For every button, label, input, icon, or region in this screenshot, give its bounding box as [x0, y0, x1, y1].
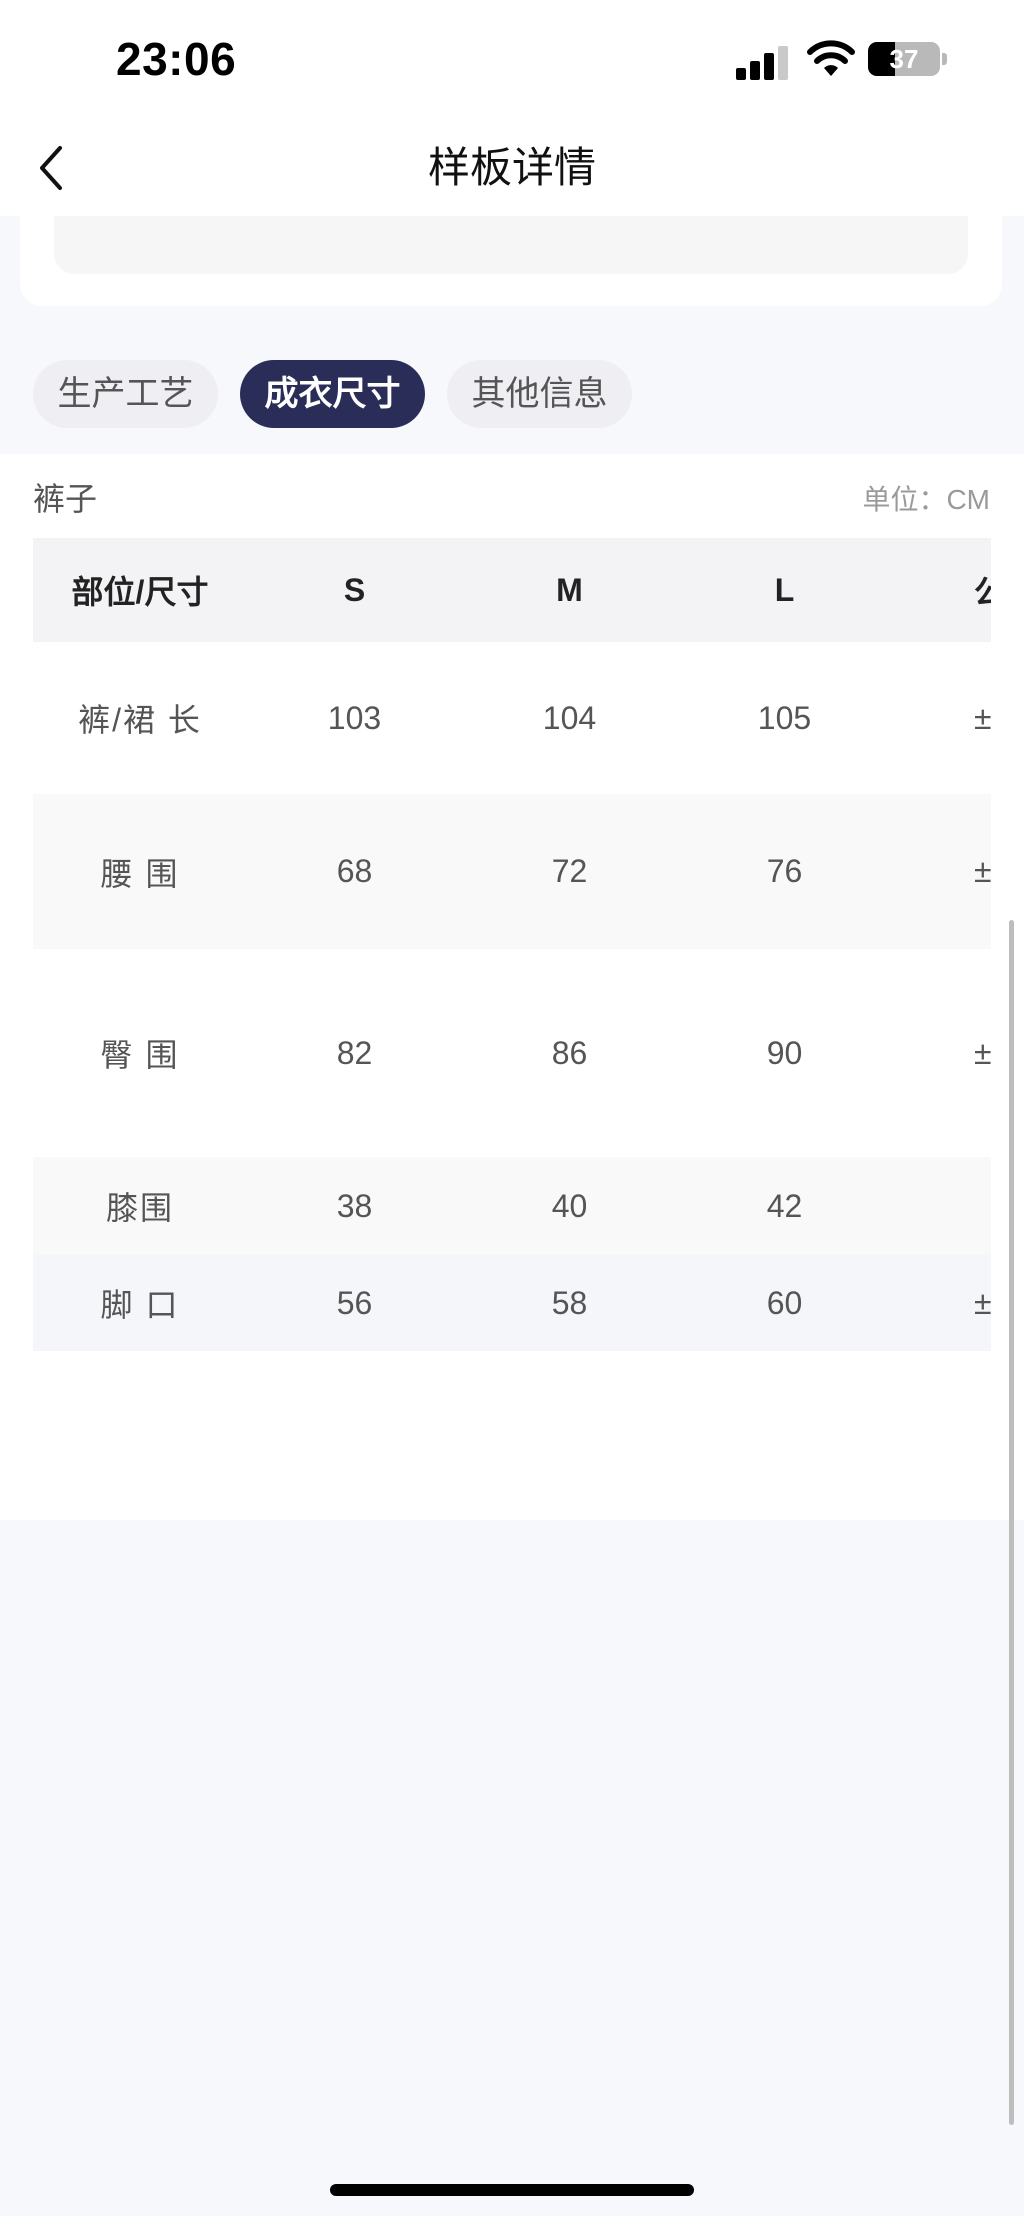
tab-production-process[interactable]: 生产工艺	[33, 360, 218, 428]
cell-tolerance: ±0	[974, 1284, 991, 1321]
cell-tolerance: ±	[974, 853, 991, 889]
tab-garment-size[interactable]: 成衣尺寸	[240, 360, 425, 428]
signal-icon	[736, 44, 792, 80]
table-row: 腰 围 68 72 76 ±	[33, 794, 991, 949]
table-header-row: 部位/尺寸 S M L 公差	[33, 538, 991, 642]
header-size-s: S	[343, 571, 366, 608]
cell-s: 38	[336, 1187, 373, 1224]
page-title: 样板详情	[427, 144, 596, 191]
cell-tolerance: ±	[974, 1034, 991, 1071]
battery-cap	[942, 53, 947, 65]
cell-m: 58	[551, 1284, 588, 1321]
cell-s: 103	[327, 699, 382, 736]
home-indicator[interactable]	[330, 2184, 694, 2196]
table-row: 裤/裙 长 103 104 105 ±	[33, 642, 991, 794]
cell-tolerance	[892, 1157, 991, 1255]
tab-other-info[interactable]: 其他信息	[447, 360, 632, 428]
wifi-icon	[807, 40, 855, 76]
unit-label: 单位：CM	[862, 484, 990, 515]
info-card-inner	[54, 216, 968, 274]
header-size-m: M	[556, 571, 583, 608]
cell-m: 40	[551, 1187, 588, 1224]
header-size-l: L	[774, 571, 795, 608]
row-part-label: 臀 围	[100, 1037, 180, 1073]
row-part-label: 腰 围	[100, 855, 180, 892]
row-part-label: 裤/裙 长	[78, 702, 202, 738]
table-row: 膝围 38 40 42	[33, 1157, 991, 1255]
page: 23:06 37 样板详情 生产工艺 成衣尺寸 其他信息 裤子 单位：CM 部位…	[0, 0, 1024, 2216]
row-part-label: 脚 口	[100, 1287, 180, 1323]
cell-m: 104	[542, 699, 597, 736]
cell-l: 60	[766, 1284, 803, 1321]
cell-m: 72	[551, 853, 588, 889]
cell-m: 86	[551, 1034, 588, 1071]
cell-l: 42	[766, 1187, 803, 1224]
cell-s: 82	[336, 1034, 373, 1071]
table-row: 臀 围 82 86 90 ±	[33, 949, 991, 1157]
header-part: 部位/尺寸	[71, 574, 209, 610]
size-table: 部位/尺寸 S M L 公差 裤/裙 长 103 104 105 ± 腰 围 6…	[33, 538, 991, 1351]
status-bar: 23:06 37	[0, 0, 1024, 120]
scrollbar[interactable]	[1009, 920, 1014, 2125]
battery-level: 37	[889, 44, 919, 74]
cell-tolerance: ±	[974, 699, 991, 736]
nav-bar: 样板详情	[0, 120, 1024, 216]
cell-s: 56	[336, 1284, 373, 1321]
status-time: 23:06	[116, 33, 237, 85]
size-content: 裤子 单位：CM 部位/尺寸 S M L 公差 裤/裙 长 103 104 10…	[0, 454, 1024, 1520]
section-label: 裤子	[33, 481, 98, 517]
cell-l: 90	[766, 1034, 803, 1071]
cell-l: 76	[766, 853, 803, 889]
cell-s: 68	[336, 853, 373, 889]
battery-icon: 37	[868, 42, 940, 76]
header-tolerance: 公差	[974, 574, 991, 610]
cell-l: 105	[757, 699, 812, 736]
tab-bar: 生产工艺 成衣尺寸 其他信息	[0, 342, 1024, 454]
row-part-label: 膝围	[105, 1190, 174, 1226]
table-row: 脚 口 56 58 60 ±0	[33, 1255, 991, 1351]
